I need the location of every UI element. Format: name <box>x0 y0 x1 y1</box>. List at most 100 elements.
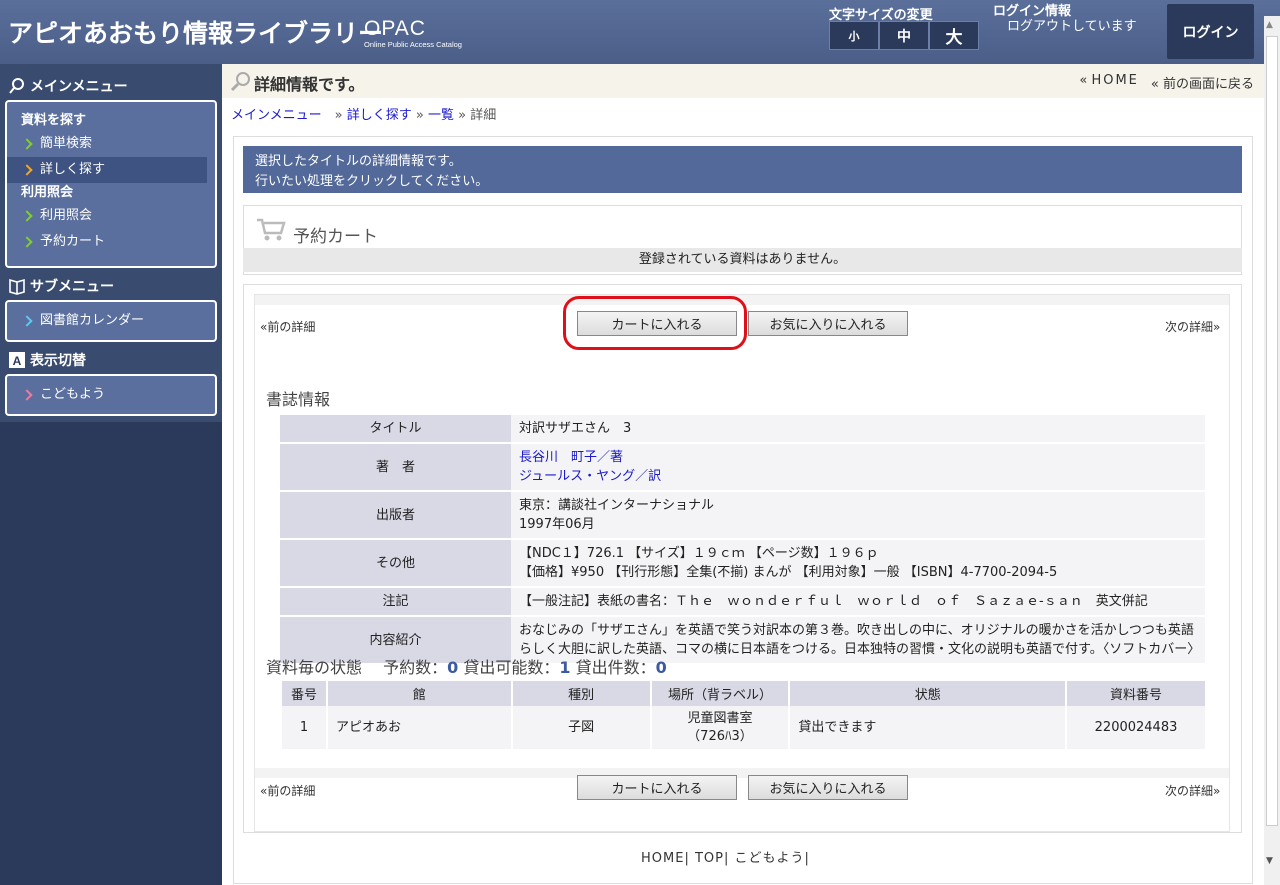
reserve-count-label: 予約数： <box>383 658 448 677</box>
sidebar-item-label: 簡単検索 <box>40 136 93 151</box>
column-header: 種別 <box>510 681 651 706</box>
display-switch-icon: A <box>9 352 25 368</box>
font-size-large-button[interactable]: 大 <box>929 21 979 50</box>
sidebar-item-label: 図書館カレンダー <box>40 313 145 328</box>
breadcrumb-list[interactable]: 一覧 <box>428 108 454 123</box>
chevron-right-icon <box>21 389 33 401</box>
column-header: 状態 <box>788 681 1067 706</box>
font-size-medium-button[interactable]: 中 <box>879 21 929 50</box>
search-icon <box>230 72 250 92</box>
usage-section-head: 利用照会 <box>21 185 74 200</box>
loaned-count: 0 <box>655 658 667 677</box>
translator-link[interactable]: ジュールス・ヤング／訳 <box>519 469 661 484</box>
sidebar-item-kids[interactable]: こどもよう <box>7 382 215 408</box>
back-link[interactable]: « 前の画面に戻る <box>1151 73 1254 92</box>
table-row: 出版者 東京：講談社インターナショナル 1997年06月 <box>280 492 1205 538</box>
publisher-value: 東京：講談社インターナショナル <box>519 498 715 513</box>
holding-status: 貸出できます <box>788 706 1067 749</box>
panel-strip <box>255 768 1229 778</box>
breadcrumb-detailed-search[interactable]: 詳しく探す <box>347 108 412 123</box>
sidebar-item-usage[interactable]: 利用照会 <box>7 203 215 229</box>
opac-subtitle: Online Public Access Catalog <box>364 40 462 49</box>
biblio-value: 東京：講談社インターナショナル 1997年06月 <box>511 492 1205 538</box>
biblio-value: 【NDC１】726.1 【サイズ】１９ｃｍ 【ページ数】１９６ｐ 【価格】¥95… <box>511 540 1205 586</box>
highlight-annotation <box>563 296 747 350</box>
font-size-small-button[interactable]: 小 <box>829 21 879 50</box>
login-info-title: ログイン情報 <box>993 4 1072 19</box>
sidebar-item-calendar[interactable]: 図書館カレンダー <box>7 308 215 334</box>
prev-detail-link[interactable]: «前の詳細 <box>260 318 315 335</box>
author-link[interactable]: 長谷川 町子／著 <box>519 450 623 465</box>
sidebar-item-reserve-cart[interactable]: 予約カート <box>7 229 215 255</box>
biblio-heading: 書誌情報 <box>266 390 331 409</box>
search-section-head: 資料を探す <box>21 113 87 128</box>
column-header: 館 <box>325 681 512 706</box>
chevron-right-icon <box>21 164 33 176</box>
footer-home-link[interactable]: HOME <box>641 851 684 866</box>
home-link[interactable]: « HOME <box>1079 73 1139 92</box>
book-icon <box>9 278 25 295</box>
login-info: ログイン情報 ログアウトしています <box>993 4 1137 34</box>
sidebar-item-label: 詳しく探す <box>40 162 106 177</box>
title-nav: « HOME « 前の画面に戻る <box>1079 73 1254 92</box>
column-header: 番号 <box>280 681 327 706</box>
sidebar-item-simple-search[interactable]: 簡単検索 <box>7 131 215 157</box>
sidebar-item-label: こどもよう <box>40 387 106 402</box>
available-count-label: 貸出可能数： <box>463 658 560 677</box>
info-line-2: 行いたい処理をクリックしてください。 <box>255 174 489 189</box>
svg-text:A: A <box>13 354 22 368</box>
footer-top-link[interactable]: TOP <box>695 851 724 866</box>
table-header-row: 番号 館 種別 場所（背ラベル） 状態 資料番号 <box>280 681 1205 706</box>
available-count: 1 <box>559 658 571 677</box>
add-to-favorites-button[interactable]: お気に入りに入れる <box>748 311 908 336</box>
login-button[interactable]: ログイン <box>1167 4 1254 59</box>
biblio-value: 長谷川 町子／著 ジュールス・ヤング／訳 <box>511 444 1205 490</box>
prev-detail-link-bottom[interactable]: «前の詳細 <box>260 782 315 799</box>
note-value: 【一般注記】表紙の書名：Ｔｈｅ ｗｏｎｄｅｒｆｕｌ ｗｏｒｌｄ ｏｆ Ｓａｚａｅ… <box>519 594 1148 609</box>
opac-logo: OPAC Online Public Access Catalog <box>364 18 462 49</box>
table-row: 1 アピオあお 子図 児童図書室 （726ﾊ3） 貸出できます 22000244… <box>280 706 1205 749</box>
cart-icon <box>257 218 286 241</box>
page-title: 詳細情報です。 <box>254 75 365 94</box>
display-switch-title: A 表示切替 <box>8 350 86 370</box>
sidebar-item-label: 予約カート <box>40 234 106 249</box>
sub-menu-box: 図書館カレンダー <box>5 300 217 342</box>
biblio-label: その他 <box>280 540 511 586</box>
breadcrumb-main-menu[interactable]: メインメニュー <box>231 108 322 123</box>
page-title-bar: 詳細情報です。 « HOME « 前の画面に戻る <box>222 64 1266 98</box>
search-icon <box>9 78 24 94</box>
footer-links: HOME| TOP| こどもよう| <box>641 851 810 866</box>
login-status: ログアウトしています <box>1007 19 1137 34</box>
site-title[interactable]: アピオあおもり情報ライブラリー <box>8 14 383 50</box>
sidebar-item-label: 利用照会 <box>40 208 93 223</box>
chevron-right-icon <box>21 236 33 248</box>
next-detail-link-bottom[interactable]: 次の詳細» <box>1165 782 1220 799</box>
sidebar-item-detailed-search[interactable]: 詳しく探す <box>7 157 207 183</box>
other-info-line: 【価格】¥950 【刊行形態】全集(不揃) まんが 【利用対象】一般 【ISBN… <box>519 565 1058 580</box>
add-to-favorites-button-bottom[interactable]: お気に入りに入れる <box>748 775 908 800</box>
footer-kids-link[interactable]: こどもよう <box>735 851 805 866</box>
scroll-up-icon[interactable]: ▲ <box>1266 20 1273 30</box>
column-header: 資料番号 <box>1065 681 1205 706</box>
cart-empty-message: 登録されている資料はありません。 <box>243 248 1242 272</box>
opac-label: OPAC <box>364 17 426 40</box>
publish-date-value: 1997年06月 <box>519 517 595 532</box>
holding-number: 1 <box>280 706 327 749</box>
info-line-1: 選択したタイトルの詳細情報です。 <box>255 154 462 169</box>
loaned-count-label: 貸出件数： <box>575 658 656 677</box>
display-switch-label: 表示切替 <box>30 353 86 369</box>
reserve-cart-title: 予約カート <box>293 227 378 247</box>
holding-id: 2200024483 <box>1065 706 1205 749</box>
status-heading-label: 資料毎の状態 <box>266 658 363 677</box>
display-menu-box: こどもよう <box>5 374 217 416</box>
add-to-cart-button-bottom[interactable]: カートに入れる <box>577 775 737 800</box>
main-menu-label: メインメニュー <box>30 79 128 95</box>
scroll-down-icon[interactable]: ▼ <box>1266 856 1273 866</box>
info-message: 選択したタイトルの詳細情報です。 行いたい処理をクリックしてください。 <box>243 146 1242 193</box>
biblio-value: 【一般注記】表紙の書名：Ｔｈｅ ｗｏｎｄｅｒｆｕｌ ｗｏｒｌｄ ｏｆ Ｓａｚａｅ… <box>511 588 1205 615</box>
table-row: その他 【NDC１】726.1 【サイズ】１９ｃｍ 【ページ数】１９６ｐ 【価格… <box>280 540 1205 586</box>
main-menu-box: 資料を探す 簡単検索 詳しく探す 利用照会 利用照会 予約カート <box>5 100 217 268</box>
next-detail-link[interactable]: 次の詳細» <box>1165 318 1220 335</box>
holdings-status-heading: 資料毎の状態 予約数：0 貸出可能数：1 貸出件数：0 <box>266 654 667 678</box>
scrollbar-thumb[interactable] <box>1266 36 1278 826</box>
